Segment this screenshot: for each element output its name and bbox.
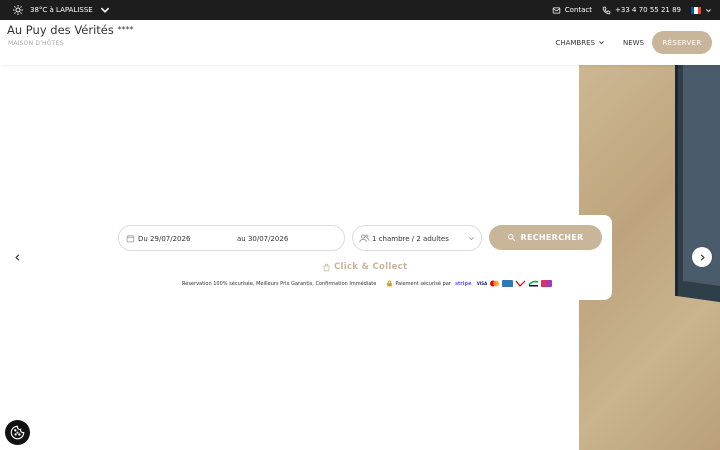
cookie-settings-button[interactable] bbox=[5, 420, 30, 445]
contact-label: Contact bbox=[564, 6, 593, 14]
brand-subtitle: MAISON D'HÔTES bbox=[8, 40, 64, 47]
payment-text: Paiement sécurisé par bbox=[395, 280, 451, 287]
slider-prev-button[interactable] bbox=[7, 247, 27, 267]
weather-widget[interactable]: 38°C à LAPALISSE bbox=[12, 0, 111, 20]
date-range-input[interactable]: Du 29/07/2026 au 30/07/2026 bbox=[118, 225, 345, 251]
phone-label: +33 4 70 55 21 89 bbox=[615, 6, 681, 14]
chevron-down-icon bbox=[706, 8, 711, 12]
mail-icon bbox=[552, 7, 561, 13]
weather-text: 38°C à LAPALISSE bbox=[30, 6, 93, 14]
brand-logo[interactable]: Au Puy des Vérités **** bbox=[7, 23, 134, 37]
click-collect-link[interactable]: Click & Collect bbox=[322, 262, 407, 272]
card-logos: VISA bbox=[476, 280, 553, 287]
site-header: Au Puy des Vérités **** MAISON D'HÔTES C… bbox=[0, 20, 720, 65]
chevron-down-icon bbox=[469, 237, 474, 241]
visa-logo: VISA bbox=[476, 281, 488, 286]
discover-logo bbox=[515, 280, 526, 287]
amex-logo bbox=[502, 280, 514, 287]
sun-icon bbox=[13, 5, 23, 15]
secure-text: Réservation 100% sécurisée, Meilleurs Pr… bbox=[182, 280, 377, 287]
search-icon bbox=[508, 234, 516, 242]
slider-next-button[interactable] bbox=[692, 247, 712, 267]
chevron-left-icon bbox=[14, 253, 19, 261]
payment-info: Paiement sécurisé par stripe VISA bbox=[386, 280, 553, 287]
guests-selector[interactable]: 1 chambre / 2 adultes bbox=[352, 225, 482, 251]
language-selector[interactable] bbox=[691, 6, 712, 14]
diners-logo bbox=[528, 280, 539, 287]
hero-slider: Du 29/07/2026 au 30/07/2026 1 chambre / … bbox=[0, 65, 720, 450]
stripe-logo: stripe bbox=[454, 280, 472, 287]
phone-icon bbox=[602, 6, 611, 14]
users-icon bbox=[359, 234, 370, 243]
search-button[interactable]: RECHERCHER bbox=[489, 225, 602, 250]
main-nav: CHAMBRES NEWS RÉSERVER bbox=[555, 31, 712, 54]
jcb-logo bbox=[541, 280, 553, 287]
nav-news-label: NEWS bbox=[622, 38, 644, 47]
chevron-right-icon bbox=[700, 253, 705, 261]
date-to: au 30/07/2026 bbox=[237, 235, 289, 243]
nav-news[interactable]: NEWS bbox=[623, 39, 644, 47]
guests-value: 1 chambre / 2 adultes bbox=[372, 235, 449, 243]
chevron-down-icon bbox=[599, 41, 604, 45]
calendar-icon bbox=[126, 235, 135, 243]
reserve-button[interactable]: RÉSERVER bbox=[652, 31, 712, 54]
brand-stars: **** bbox=[117, 25, 134, 34]
search-label: RECHERCHER bbox=[520, 233, 584, 242]
nav-chambres[interactable]: CHAMBRES bbox=[555, 39, 605, 47]
nav-chambres-label: CHAMBRES bbox=[555, 38, 595, 47]
top-bar: 38°C à LAPALISSE Contact +33 4 70 55 21 … bbox=[0, 0, 720, 20]
lock-icon bbox=[387, 280, 393, 287]
contact-link[interactable]: Contact bbox=[552, 6, 592, 15]
brand-name: Au Puy des Vérités bbox=[7, 23, 114, 37]
phone-link[interactable]: +33 4 70 55 21 89 bbox=[602, 6, 681, 15]
chevron-down-icon bbox=[100, 7, 109, 13]
france-flag-icon bbox=[691, 6, 701, 14]
date-from: Du 29/07/2026 bbox=[138, 235, 191, 243]
cookie-icon bbox=[10, 425, 25, 440]
bag-icon bbox=[323, 263, 330, 271]
secure-info: Réservation 100% sécurisée, Meilleurs Pr… bbox=[182, 280, 553, 287]
click-collect-label: Click & Collect bbox=[334, 262, 408, 272]
mastercard-logo bbox=[489, 280, 500, 287]
